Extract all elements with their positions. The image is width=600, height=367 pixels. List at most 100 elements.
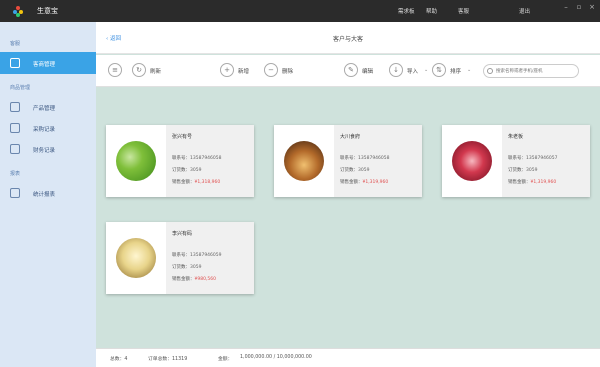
amount-label: 销售金额：	[508, 180, 531, 185]
sidebar-item-label: 采购记录	[33, 127, 56, 133]
orders-row: 订货数：3059	[172, 264, 201, 270]
card-image-area	[106, 125, 166, 197]
phone-value: 13587946059	[190, 253, 222, 258]
app-logo-icon	[13, 6, 23, 17]
orders-value: 3059	[358, 168, 370, 173]
edit-icon: ✎	[344, 63, 358, 77]
orders-label: 订货数：	[172, 168, 190, 173]
chart-icon	[10, 188, 20, 198]
amount-value: ¥1,319,960	[362, 180, 389, 185]
card-image-area	[442, 125, 502, 197]
monitor-icon	[10, 58, 20, 68]
phone-row: 联系号：13587946057	[508, 155, 558, 161]
orders-label: 订货数：	[172, 265, 190, 270]
customer-name: 朱老板	[508, 134, 524, 140]
title-bar: 生意宝 需求板 帮助 客服 退出 – ▫ ×	[0, 0, 600, 22]
menu-help[interactable]: 帮助	[426, 7, 437, 15]
phone-value: 13587946057	[526, 156, 558, 161]
phone-label: 联系号：	[508, 156, 526, 161]
minimize-icon[interactable]: –	[560, 2, 572, 12]
orders-row: 订货数：3059	[508, 167, 537, 173]
amount-label: 销售金额：	[172, 180, 195, 185]
customer-card[interactable]: 张兴有号 联系号：13587946058 订货数：3059 销售金额：¥1,31…	[106, 125, 254, 197]
phone-row: 联系号：13587946059	[172, 252, 222, 258]
status-amount-label: 金额：	[218, 357, 233, 362]
amount-value: ¥980,560	[194, 277, 216, 282]
sidebar-item-finance[interactable]: 财务记录	[0, 138, 96, 160]
menu-demand-board[interactable]: 需求板	[398, 7, 415, 15]
cart-icon	[10, 123, 20, 133]
amount-row: 销售金额：¥980,560	[172, 276, 216, 282]
amount-label: 销售金额：	[172, 277, 195, 282]
phone-label: 联系号：	[172, 156, 190, 161]
amount-value: ¥1,318,960	[194, 180, 221, 185]
toolbar: ≡ ↻ 刷新 + 新增 − 删除 ✎ 编辑 ↓ 导入 ⌄ ⇅ 排序 ⌄	[96, 55, 600, 87]
phone-label: 联系号：	[172, 253, 190, 258]
avatar	[284, 141, 324, 181]
orders-value: 3059	[190, 168, 202, 173]
chevron-down-icon: ⌄	[467, 67, 472, 73]
customer-name: 李兴有码	[172, 231, 193, 237]
search-icon	[487, 68, 493, 74]
sidebar-item-purchases[interactable]: 采购记录	[0, 117, 96, 139]
card-image-area	[274, 125, 334, 197]
sidebar-item-label: 统计报表	[33, 192, 56, 198]
status-total: 总数：4	[110, 357, 128, 362]
orders-value: 3059	[190, 265, 202, 270]
phone-label: 联系号：	[340, 156, 358, 161]
delete-label: 删除	[282, 69, 294, 75]
sidebar-item-customers[interactable]: 客商管理	[0, 52, 96, 74]
plus-icon: +	[220, 63, 234, 77]
amount-row: 销售金额：¥1,319,960	[340, 179, 388, 185]
phone-row: 联系号：13587946058	[172, 155, 222, 161]
sort-icon: ⇅	[432, 63, 446, 77]
customer-name: 张兴有号	[172, 134, 193, 140]
sidebar-section-reports: 报表	[10, 171, 21, 177]
menu-exit[interactable]: 退出	[519, 7, 530, 15]
phone-row: 联系号：13587946058	[340, 155, 390, 161]
sidebar: 客服 客商管理 商品管理 产品管理 采购记录 财务记录 报表 统计报表	[0, 22, 96, 367]
import-label: 导入	[407, 69, 419, 75]
sidebar-item-label: 产品管理	[33, 106, 56, 112]
maximize-icon[interactable]: ▫	[573, 2, 585, 12]
document-icon	[10, 144, 20, 154]
refresh-label: 刷新	[150, 69, 162, 75]
search-input[interactable]	[496, 67, 576, 76]
sort-label: 排序	[450, 69, 462, 75]
status-amount-value: 1,000,000.00 / 10,000,000.00	[240, 355, 312, 360]
amount-row: 销售金额：¥1,319,960	[508, 179, 556, 185]
customer-name: 大川食府	[340, 134, 361, 140]
refresh-icon: ↻	[132, 63, 146, 77]
customer-card[interactable]: 李兴有码 联系号：13587946059 订货数：3059 销售金额：¥980,…	[106, 222, 254, 294]
tag-icon	[10, 102, 20, 112]
import-icon: ↓	[389, 63, 403, 77]
close-icon[interactable]: ×	[586, 2, 598, 12]
customer-card[interactable]: 朱老板 联系号：13587946057 订货数：3059 销售金额：¥1,319…	[442, 125, 590, 197]
chevron-down-icon: ⌄	[424, 67, 429, 73]
orders-row: 订货数：3059	[172, 167, 201, 173]
sidebar-section-goods: 商品管理	[10, 85, 31, 91]
sidebar-item-label: 客商管理	[33, 62, 56, 68]
orders-row: 订货数：3059	[340, 167, 369, 173]
amount-value: ¥1,319,960	[530, 180, 557, 185]
edit-label: 编辑	[362, 69, 374, 75]
card-info: 大川食府 联系号：13587946058 订货数：3059 销售金额：¥1,31…	[334, 125, 422, 197]
orders-value: 3059	[526, 168, 538, 173]
minus-icon: −	[264, 63, 278, 77]
menu-service[interactable]: 客服	[458, 7, 469, 15]
orders-label: 订货数：	[340, 168, 358, 173]
app-title: 生意宝	[37, 7, 58, 15]
page-title: 客户与大客	[332, 36, 363, 43]
sidebar-item-statistics[interactable]: 统计报表	[0, 182, 96, 204]
customer-card[interactable]: 大川食府 联系号：13587946058 订货数：3059 销售金额：¥1,31…	[274, 125, 422, 197]
card-info: 张兴有号 联系号：13587946058 订货数：3059 销售金额：¥1,31…	[166, 125, 254, 197]
add-label: 新增	[238, 69, 250, 75]
sidebar-item-products[interactable]: 产品管理	[0, 96, 96, 118]
card-info: 李兴有码 联系号：13587946059 订货数：3059 销售金额：¥980,…	[166, 222, 254, 294]
status-order-total: 订单总数：11319	[148, 357, 188, 362]
amount-label: 销售金额：	[340, 180, 363, 185]
amount-row: 销售金额：¥1,318,960	[172, 179, 220, 185]
status-bar: 总数：4 订单总数：11319 金额： 1,000,000.00 / 10,00…	[96, 348, 600, 367]
search-box[interactable]	[483, 64, 579, 78]
card-info: 朱老板 联系号：13587946057 订货数：3059 销售金额：¥1,319…	[502, 125, 590, 197]
